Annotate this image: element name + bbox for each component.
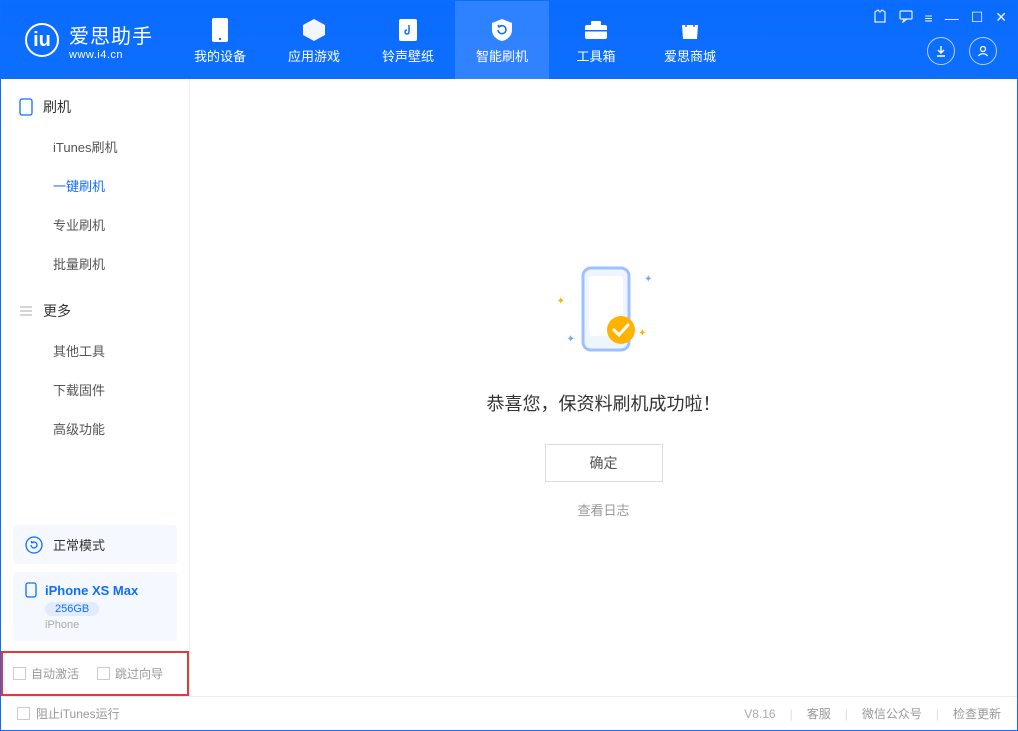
sparkle-icon: ✦ xyxy=(557,296,565,307)
header-action-icons xyxy=(927,37,997,65)
sidebar-item-pro-flash[interactable]: 专业刷机 xyxy=(1,205,189,244)
minimize-button[interactable]: ― xyxy=(945,10,959,26)
nav-ringtone-wallpaper[interactable]: 铃声壁纸 xyxy=(361,1,455,79)
sidebar-item-download-firmware[interactable]: 下载固件 xyxy=(1,370,189,409)
nav-apps-games[interactable]: 应用游戏 xyxy=(267,1,361,79)
footer-link-wechat[interactable]: 微信公众号 xyxy=(862,705,922,722)
maximize-button[interactable]: ☐ xyxy=(971,9,984,26)
sidebar-item-itunes-flash[interactable]: iTunes刷机 xyxy=(1,127,189,166)
mode-box[interactable]: 正常模式 xyxy=(13,525,177,564)
nav-toolbox[interactable]: 工具箱 xyxy=(549,1,643,79)
nav-store[interactable]: 爱思商城 xyxy=(643,1,737,79)
list-icon xyxy=(19,304,33,318)
phone-icon xyxy=(206,16,234,44)
checkbox-block-itunes[interactable]: 阻止iTunes运行 xyxy=(17,705,120,722)
footer-link-support[interactable]: 客服 xyxy=(807,705,831,722)
device-name: iPhone XS Max xyxy=(25,582,165,598)
menu-icon[interactable]: ≡ xyxy=(925,10,933,26)
mode-label: 正常模式 xyxy=(53,535,105,554)
logo-icon: iu xyxy=(25,23,59,57)
nav-smart-flash[interactable]: 智能刷机 xyxy=(455,1,549,79)
sidebar-item-oneclick-flash[interactable]: 一键刷机 xyxy=(1,166,189,205)
skin-icon[interactable] xyxy=(873,9,887,26)
device-outline-icon xyxy=(19,98,33,116)
music-file-icon xyxy=(394,16,422,44)
nav-my-device[interactable]: 我的设备 xyxy=(173,1,267,79)
feedback-icon[interactable] xyxy=(899,9,913,26)
checkbox-skip-guide[interactable]: 跳过向导 xyxy=(97,665,163,682)
checkbox-auto-activate[interactable]: 自动激活 xyxy=(13,665,79,682)
body: 刷机 iTunes刷机 一键刷机 专业刷机 批量刷机 更多 其他工具 下载固件 … xyxy=(1,79,1017,696)
toolbox-icon xyxy=(582,16,610,44)
device-box[interactable]: iPhone XS Max 256GB iPhone xyxy=(13,572,177,641)
sidebar-item-batch-flash[interactable]: 批量刷机 xyxy=(1,244,189,283)
user-icon[interactable] xyxy=(969,37,997,65)
sidebar-item-advanced[interactable]: 高级功能 xyxy=(1,409,189,448)
sidebar-section-flash: 刷机 xyxy=(1,79,189,127)
version-label: V8.16 xyxy=(744,707,775,721)
shield-refresh-icon xyxy=(488,16,516,44)
download-icon[interactable] xyxy=(927,37,955,65)
checkbox-box-icon xyxy=(13,667,26,680)
main-content: ✦ ✦ ✦ ✦ 恭喜您，保资料刷机成功啦！ 确定 查看日志 xyxy=(190,79,1017,696)
logo-title: 爱思助手 xyxy=(69,20,153,49)
cube-icon xyxy=(300,16,328,44)
sidebar-section-more: 更多 xyxy=(1,283,189,331)
highlighted-checkbox-row: 自动激活 跳过向导 xyxy=(1,651,189,696)
success-illustration: ✦ ✦ ✦ ✦ xyxy=(549,256,659,366)
view-log-link[interactable]: 查看日志 xyxy=(577,500,629,519)
checkbox-box-icon xyxy=(17,707,30,720)
sidebar: 刷机 iTunes刷机 一键刷机 专业刷机 批量刷机 更多 其他工具 下载固件 … xyxy=(1,79,190,696)
app-logo: iu 爱思助手 www.i4.cn xyxy=(1,20,173,61)
logo-subtitle: www.i4.cn xyxy=(69,49,153,61)
main-nav: 我的设备 应用游戏 铃声壁纸 智能刷机 工具箱 爱思商城 xyxy=(173,1,737,79)
refresh-circle-icon xyxy=(25,536,43,554)
device-capacity: 256GB xyxy=(45,602,99,616)
sidebar-item-other-tools[interactable]: 其他工具 xyxy=(1,331,189,370)
app-window: iu 爱思助手 www.i4.cn 我的设备 应用游戏 铃声壁纸 智能刷机 xyxy=(0,0,1018,731)
bag-icon xyxy=(676,16,704,44)
success-message: 恭喜您，保资料刷机成功啦！ xyxy=(487,390,721,416)
sparkle-icon: ✦ xyxy=(567,334,575,345)
header: iu 爱思助手 www.i4.cn 我的设备 应用游戏 铃声壁纸 智能刷机 xyxy=(1,1,1017,79)
footer: 阻止iTunes运行 V8.16 | 客服 | 微信公众号 | 检查更新 xyxy=(1,696,1017,730)
ok-button[interactable]: 确定 xyxy=(545,444,663,482)
footer-link-update[interactable]: 检查更新 xyxy=(953,705,1001,722)
close-button[interactable]: ✕ xyxy=(995,9,1007,26)
window-controls: ≡ ― ☐ ✕ xyxy=(873,9,1007,26)
device-type: iPhone xyxy=(45,619,165,631)
phone-small-icon xyxy=(25,582,37,598)
sparkle-icon: ✦ xyxy=(638,328,646,339)
sparkle-icon: ✦ xyxy=(644,274,652,285)
checkbox-box-icon xyxy=(97,667,110,680)
